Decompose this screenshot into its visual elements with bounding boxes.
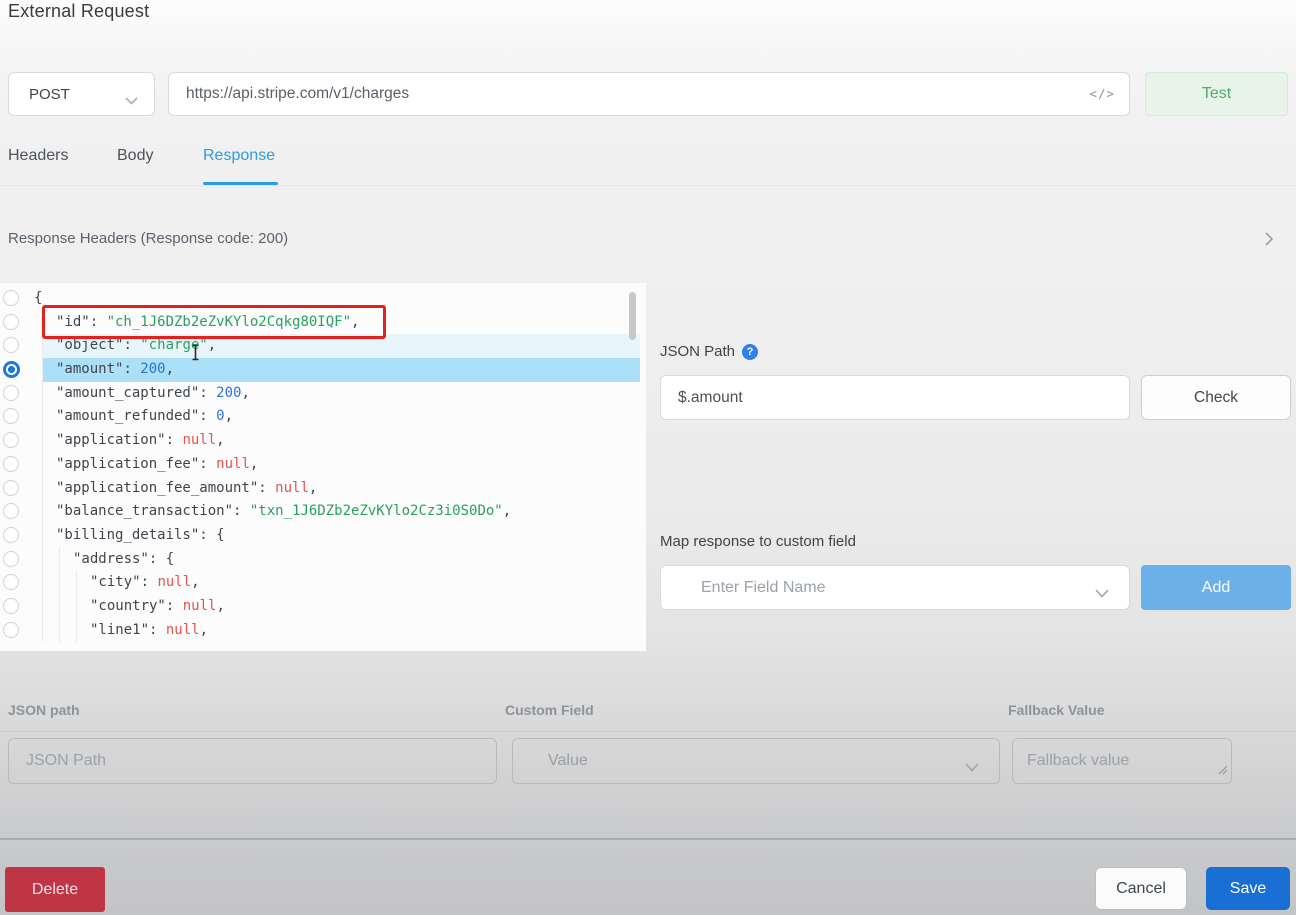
annotation-box	[42, 305, 386, 339]
json-line-radio[interactable]	[3, 290, 19, 306]
delete-button[interactable]: Delete	[5, 867, 105, 912]
json-line[interactable]: "address": {	[0, 548, 646, 572]
json-line[interactable]: "amount": 200,	[0, 358, 646, 382]
mapping-json-path-field	[8, 738, 497, 784]
external-request-panel: External Request POST </> Test Headers B…	[0, 0, 1296, 915]
json-line[interactable]: "billing_details": {	[0, 524, 646, 548]
chevron-down-icon	[1095, 585, 1109, 603]
mapping-json-path-input[interactable]	[9, 739, 496, 783]
json-response-viewer: {"id": "ch_1J6DZb2eZvKYlo2Cqkg80IQF","ob…	[0, 283, 646, 651]
mapping-fallback-label: Fallback Value	[1008, 702, 1105, 718]
resize-handle-icon[interactable]	[1218, 762, 1228, 780]
save-button[interactable]: Save	[1206, 867, 1290, 910]
json-path-field	[660, 375, 1130, 420]
url-field: </>	[168, 72, 1130, 116]
indent-guide	[42, 311, 43, 642]
json-line-radio[interactable]	[3, 408, 19, 424]
json-path-section: JSON Path ?	[660, 343, 758, 360]
json-line-code: "amount": 200,	[56, 358, 174, 382]
active-tab-indicator	[203, 182, 278, 185]
response-headers-label: Response Headers (Response code: 200)	[8, 230, 288, 247]
json-line-code: "amount_refunded": 0,	[56, 405, 233, 429]
json-line[interactable]: "amount_captured": 200,	[0, 382, 646, 406]
json-line-radio[interactable]	[3, 432, 19, 448]
tab-response[interactable]: Response	[203, 147, 275, 165]
json-line[interactable]: "application": null,	[0, 429, 646, 453]
tabs-divider	[0, 185, 1296, 186]
code-icon[interactable]: </>	[1089, 86, 1115, 101]
json-line[interactable]: "line1": null,	[0, 619, 646, 643]
json-line-code: "application_fee_amount": null,	[56, 477, 317, 501]
fallback-value-field	[1012, 738, 1232, 784]
json-line-radio[interactable]	[3, 361, 20, 378]
cancel-button[interactable]: Cancel	[1095, 867, 1187, 910]
chevron-down-icon	[125, 92, 138, 110]
fallback-value-input[interactable]	[1013, 739, 1231, 783]
json-line[interactable]: "application_fee": null,	[0, 453, 646, 477]
page-title: External Request	[8, 1, 149, 22]
response-headers-row[interactable]: Response Headers (Response code: 200)	[0, 208, 1296, 268]
url-input[interactable]	[169, 73, 1129, 115]
tab-headers[interactable]: Headers	[8, 147, 68, 165]
footer-divider	[0, 838, 1296, 840]
method-select-value: POST	[29, 86, 70, 103]
chevron-down-icon	[965, 759, 979, 777]
mapping-json-path-label: JSON path	[8, 702, 80, 718]
json-line-code: "line1": null,	[90, 619, 208, 643]
method-select[interactable]: POST	[8, 72, 155, 116]
json-line[interactable]: "application_fee_amount": null,	[0, 477, 646, 501]
custom-field-placeholder: Value	[548, 752, 588, 770]
json-line-radio[interactable]	[3, 598, 19, 614]
json-line-code: "application_fee": null,	[56, 453, 258, 477]
json-line-radio[interactable]	[3, 622, 19, 638]
json-line-radio[interactable]	[3, 385, 19, 401]
indent-guide	[59, 548, 60, 642]
chevron-right-icon	[1264, 231, 1274, 252]
json-line-code: "country": null,	[90, 595, 225, 619]
indent-guide	[76, 571, 77, 642]
json-line-code: "billing_details": {	[56, 524, 225, 548]
text-cursor-icon	[190, 344, 201, 366]
json-line-radio[interactable]	[3, 337, 19, 353]
json-path-input[interactable]	[661, 376, 1129, 419]
json-line-code: "application": null,	[56, 429, 225, 453]
field-name-placeholder: Enter Field Name	[701, 579, 826, 597]
scrollbar-thumb[interactable]	[629, 292, 636, 340]
json-line[interactable]: "amount_refunded": 0,	[0, 405, 646, 429]
json-line-radio[interactable]	[3, 314, 19, 330]
custom-field-select[interactable]: Value	[512, 738, 1000, 784]
json-line-radio[interactable]	[3, 503, 19, 519]
json-line-radio[interactable]	[3, 551, 19, 567]
json-line-code: "address": {	[73, 548, 174, 572]
json-line-radio[interactable]	[3, 574, 19, 590]
mapping-custom-field-label: Custom Field	[505, 702, 594, 718]
json-line[interactable]: "country": null,	[0, 595, 646, 619]
help-icon[interactable]: ?	[742, 344, 758, 360]
json-line-code: "amount_captured": 200,	[56, 382, 250, 406]
json-line-code: "balance_transaction": "txn_1J6DZb2eZvKY…	[56, 500, 511, 524]
add-button[interactable]: Add	[1141, 565, 1291, 610]
json-path-label: JSON Path	[660, 343, 735, 360]
json-line-code: "city": null,	[90, 571, 200, 595]
mapping-divider	[0, 731, 1296, 732]
map-response-label: Map response to custom field	[660, 533, 856, 550]
json-line-radio[interactable]	[3, 480, 19, 496]
field-name-select[interactable]: Enter Field Name	[660, 565, 1130, 610]
json-line[interactable]: "city": null,	[0, 571, 646, 595]
json-line-radio[interactable]	[3, 527, 19, 543]
tab-body[interactable]: Body	[117, 147, 153, 165]
json-line[interactable]: "balance_transaction": "txn_1J6DZb2eZvKY…	[0, 500, 646, 524]
test-button[interactable]: Test	[1145, 72, 1288, 116]
check-button[interactable]: Check	[1141, 375, 1291, 420]
json-line-radio[interactable]	[3, 456, 19, 472]
